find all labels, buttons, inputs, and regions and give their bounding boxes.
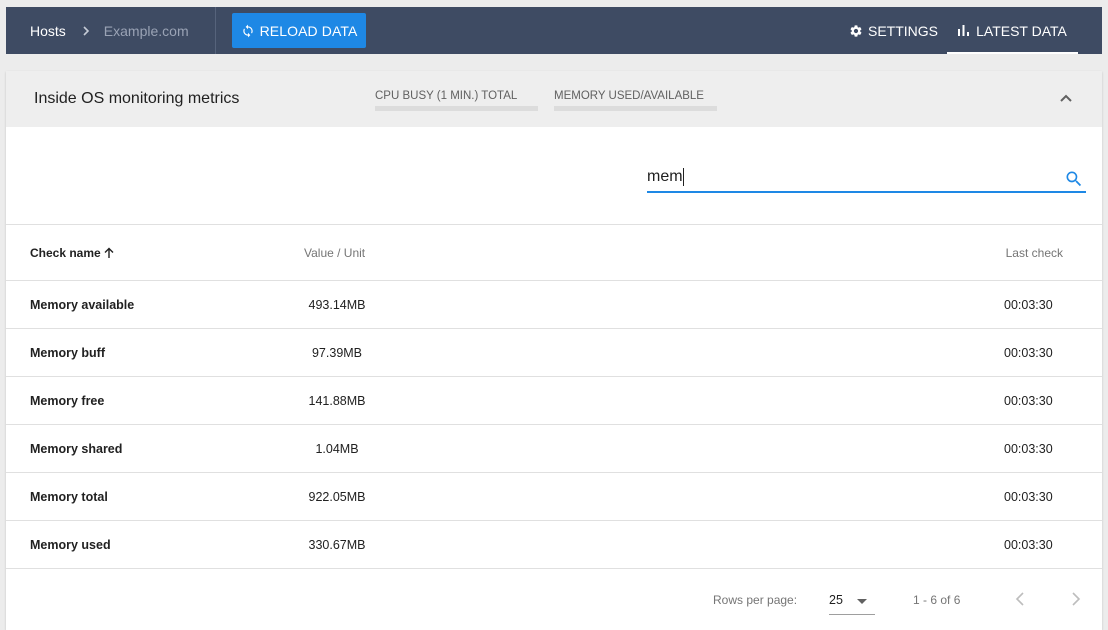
search-field — [647, 164, 1086, 193]
breadcrumb-hosts[interactable]: Hosts — [30, 23, 66, 39]
table-row[interactable]: Memory total 922.05MB 00:03:30 — [6, 473, 1102, 521]
cell-last-check: 00:03:30 — [1004, 394, 1053, 408]
active-tab-indicator — [947, 52, 1078, 54]
cell-value: 330.67MB — [308, 538, 366, 552]
cpu-busy-label: CPU BUSY (1 MIN.) TOTAL — [375, 90, 518, 102]
top-bar: Hosts Example.com RELOAD DATA SETTINGS L… — [6, 7, 1102, 54]
cell-check-name: Memory total — [30, 490, 108, 504]
card-title: Inside OS monitoring metrics — [34, 90, 240, 107]
chevron-left-icon[interactable] — [1009, 588, 1031, 610]
cell-last-check: 00:03:30 — [1004, 298, 1053, 312]
card-header[interactable]: Inside OS monitoring metrics CPU BUSY (1… — [6, 71, 1102, 127]
settings-button[interactable]: SETTINGS — [849, 7, 938, 54]
table-row[interactable]: Memory buff 97.39MB 00:03:30 — [6, 329, 1102, 377]
column-header-check-name-label: Check name — [30, 246, 101, 260]
chevron-up-icon[interactable] — [1059, 91, 1073, 105]
latest-data-label: LATEST DATA — [976, 22, 1067, 39]
cell-value: 922.05MB — [308, 490, 366, 504]
table-row[interactable]: Memory shared 1.04MB 00:03:30 — [6, 425, 1102, 473]
bar-chart-icon — [958, 25, 970, 36]
cell-last-check: 00:03:30 — [1004, 346, 1053, 360]
table-row[interactable]: Memory free 141.88MB 00:03:30 — [6, 377, 1102, 425]
pagination-footer: Rows per page: 25 1 - 6 of 6 — [6, 570, 1102, 630]
chevron-right-icon[interactable] — [1065, 588, 1087, 610]
rows-per-page-label: Rows per page: — [713, 593, 798, 607]
cell-last-check: 00:03:30 — [1004, 538, 1053, 552]
column-header-value[interactable]: Value / Unit — [304, 246, 365, 260]
reload-data-label: RELOAD DATA — [259, 22, 358, 39]
reload-data-button[interactable]: RELOAD DATA — [232, 13, 366, 48]
memory-used-bar — [554, 106, 717, 111]
table-header: Check name Value / Unit Last check — [6, 225, 1102, 281]
search-input[interactable] — [647, 166, 1052, 188]
breadcrumb-divider — [215, 7, 216, 54]
cell-check-name: Memory buff — [30, 346, 105, 360]
breadcrumb-domain: Example.com — [103, 22, 189, 39]
checks-table: Check name Value / Unit Last check Memor… — [6, 225, 1102, 569]
metrics-card: Inside OS monitoring metrics CPU BUSY (1… — [6, 71, 1102, 630]
cell-value: 141.88MB — [308, 394, 366, 408]
refresh-icon — [242, 24, 253, 37]
caret-down-icon — [857, 599, 867, 604]
rows-per-page-select[interactable]: 25 — [829, 591, 875, 615]
column-header-check-name[interactable]: Check name — [30, 246, 115, 260]
chevron-right-icon — [83, 25, 89, 36]
cpu-busy-summary: CPU BUSY (1 MIN.) TOTAL — [375, 90, 538, 111]
arrow-up-icon — [104, 247, 114, 258]
cell-check-name: Memory used — [30, 538, 111, 552]
cell-last-check: 00:03:30 — [1004, 490, 1053, 504]
memory-used-summary: MEMORY USED/AVAILABLE — [554, 90, 717, 111]
cell-value: 493.14MB — [308, 298, 366, 312]
rows-per-page-value: 25 — [829, 593, 843, 607]
settings-label: SETTINGS — [868, 22, 939, 39]
gear-icon — [850, 24, 862, 37]
tab-latest-data[interactable]: LATEST DATA — [947, 7, 1078, 54]
search-icon[interactable] — [1064, 169, 1084, 189]
table-row[interactable]: Memory used 330.67MB 00:03:30 — [6, 521, 1102, 569]
cell-check-name: Memory available — [30, 298, 135, 312]
cell-value: 1.04MB — [315, 442, 359, 456]
cell-value: 97.39MB — [311, 346, 363, 360]
text-cursor — [683, 168, 684, 186]
cpu-busy-bar — [375, 106, 538, 111]
memory-used-label: MEMORY USED/AVAILABLE — [554, 90, 704, 102]
cell-check-name: Memory shared — [30, 442, 123, 456]
pagination-range: 1 - 6 of 6 — [913, 593, 961, 607]
cell-last-check: 00:03:30 — [1004, 442, 1053, 456]
column-header-last-check[interactable]: Last check — [1006, 246, 1063, 260]
cell-check-name: Memory free — [30, 394, 105, 408]
table-row[interactable]: Memory available 493.14MB 00:03:30 — [6, 281, 1102, 329]
